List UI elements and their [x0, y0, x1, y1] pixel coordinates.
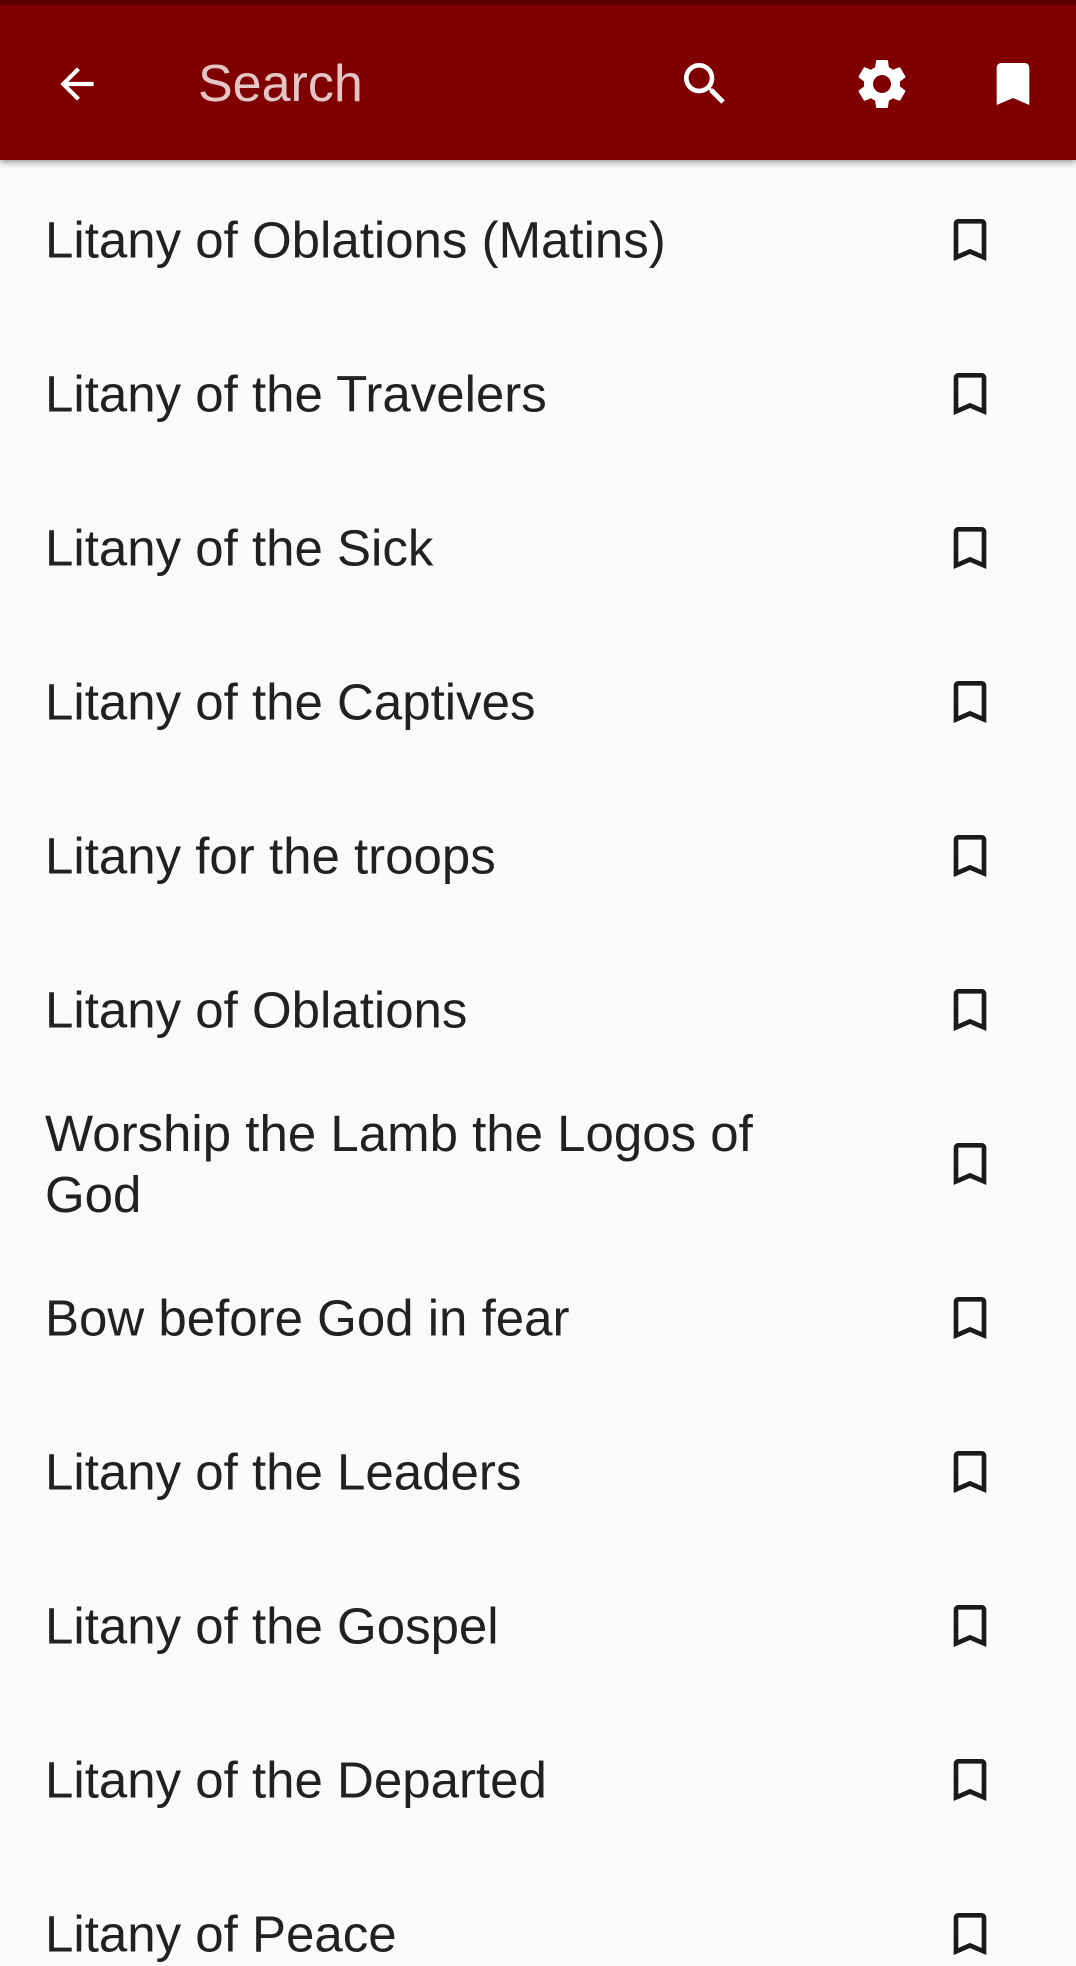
list-item[interactable]: Litany of Oblations — [0, 933, 1076, 1087]
search-input[interactable] — [198, 44, 638, 124]
arrow-back-icon — [60, 67, 94, 101]
bookmark-outline-icon — [953, 1759, 987, 1801]
list-item[interactable]: Litany of Oblations (Matins) — [0, 163, 1076, 317]
litany-list: Litany of Oblations (Matins) Litany of t… — [0, 160, 1076, 1966]
bookmark-outline-icon — [953, 219, 987, 261]
bookmark-outline-icon — [953, 1913, 987, 1955]
settings-button[interactable] — [832, 34, 932, 134]
bookmark-outline-icon — [953, 835, 987, 877]
bookmark-outline-icon — [953, 1451, 987, 1493]
bookmark-button[interactable] — [920, 498, 1020, 598]
bookmark-outline-icon — [953, 373, 987, 415]
list-item[interactable]: Litany of the Travelers — [0, 317, 1076, 471]
list-item[interactable]: Litany of Peace — [0, 1857, 1076, 1966]
search-icon — [684, 63, 725, 104]
bookmark-button[interactable] — [920, 344, 1020, 444]
list-item[interactable]: Litany for the troops — [0, 779, 1076, 933]
bookmark-outline-icon — [953, 1297, 987, 1339]
list-item-label: Litany of Oblations — [45, 981, 468, 1039]
bookmark-button[interactable] — [920, 960, 1020, 1060]
app-bar — [0, 0, 1076, 160]
list-item-label: Worship the Lamb the Logos of God — [45, 1105, 753, 1223]
list-item-label: Litany of the Sick — [45, 519, 434, 577]
bookmark-outline-icon — [953, 527, 987, 569]
bookmark-button[interactable] — [920, 1422, 1020, 1522]
list-item-label: Litany of the Captives — [45, 673, 536, 731]
bookmark-outline-icon — [953, 1605, 987, 1647]
list-item-label: Litany of the Leaders — [45, 1443, 522, 1501]
list-item-label: Litany of Oblations (Matins) — [45, 211, 666, 269]
list-item-label: Litany of the Gospel — [45, 1597, 499, 1655]
back-button[interactable] — [27, 34, 127, 134]
bookmark-button[interactable] — [920, 1576, 1020, 1676]
bookmark-button[interactable] — [920, 190, 1020, 290]
list-item[interactable]: Litany of the Departed — [0, 1703, 1076, 1857]
gear-icon — [858, 59, 906, 108]
bookmark-button[interactable] — [920, 652, 1020, 752]
list-item[interactable]: Litany of the Leaders — [0, 1395, 1076, 1549]
list-item[interactable]: Bow before God in fear — [0, 1241, 1076, 1395]
search-button[interactable] — [655, 34, 755, 134]
bookmark-button[interactable] — [920, 1884, 1020, 1966]
list-item-label: Litany of the Departed — [45, 1751, 547, 1809]
list-item-label: Litany of the Travelers — [45, 365, 547, 423]
list-item[interactable]: Litany of the Captives — [0, 625, 1076, 779]
bookmark-outline-icon — [953, 681, 987, 723]
bookmark-outline-icon — [953, 1143, 987, 1185]
bookmark-button[interactable] — [920, 806, 1020, 906]
list-item-label: Bow before God in fear — [45, 1289, 570, 1347]
bookmark-outline-icon — [953, 989, 987, 1031]
list-item[interactable]: Litany of the Gospel — [0, 1549, 1076, 1703]
bookmarks-button[interactable] — [963, 34, 1063, 134]
list-item-label: Litany for the troops — [45, 827, 496, 885]
bookmark-filled-icon — [996, 63, 1030, 105]
bookmark-button[interactable] — [920, 1730, 1020, 1830]
list-item-label: Litany of Peace — [45, 1905, 397, 1963]
status-strip — [0, 0, 1076, 5]
bookmark-button[interactable] — [920, 1114, 1020, 1214]
bookmark-button[interactable] — [920, 1268, 1020, 1368]
list-item[interactable]: Worship the Lamb the Logos of God — [0, 1087, 1076, 1241]
list-item[interactable]: Litany of the Sick — [0, 471, 1076, 625]
